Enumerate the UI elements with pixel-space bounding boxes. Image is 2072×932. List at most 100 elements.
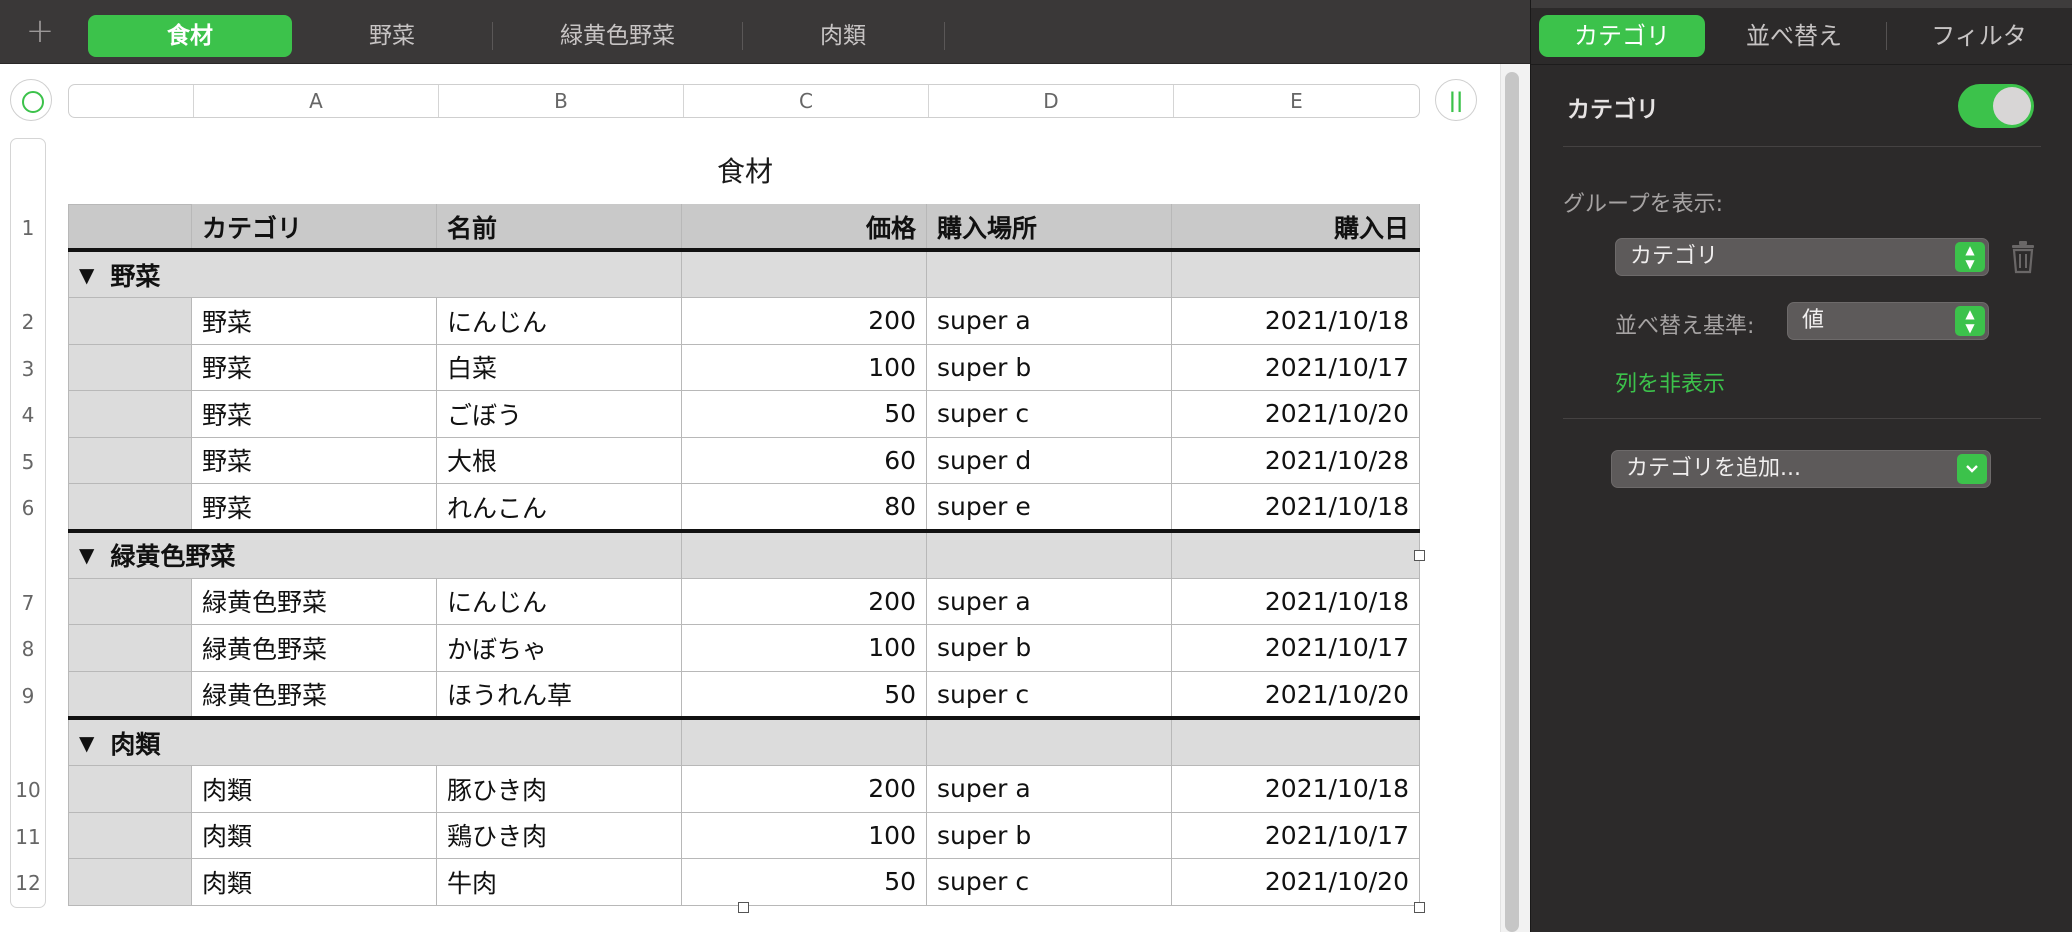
freeze-columns-button[interactable]: || [1435,79,1477,121]
header-cell[interactable]: カテゴリ [192,204,437,250]
group-cell[interactable] [1172,252,1420,298]
tab-category[interactable]: カテゴリ [1539,15,1705,57]
table-cell[interactable]: super b [927,812,1172,859]
table-cell[interactable]: にんじん [437,298,682,345]
row-stub-cell[interactable] [68,484,192,531]
group-cell[interactable] [682,532,927,579]
group-by-popup[interactable]: カテゴリ ▲ ▼ [1615,238,1989,276]
group-cell[interactable] [437,252,682,298]
row-number[interactable]: 8 [10,637,46,661]
table-cell[interactable]: super c [927,671,1172,718]
table-cell[interactable]: 200 [682,766,927,813]
table-cell[interactable]: 2021/10/17 [1172,625,1420,672]
row-number[interactable]: 6 [10,496,46,520]
table-cell[interactable]: super a [927,298,1172,345]
header-cell[interactable]: 購入場所 [927,204,1172,250]
table-resize-handle-corner[interactable] [1414,902,1425,913]
row-number[interactable]: 9 [10,684,46,708]
table-cell[interactable]: super c [927,391,1172,438]
group-cell[interactable] [1172,720,1420,766]
table-cell[interactable]: 2021/10/18 [1172,484,1420,531]
table-cell[interactable]: 野菜 [192,298,437,345]
disclosure-triangle-icon[interactable]: ▼ [79,731,94,755]
row-stub-cell[interactable] [68,859,192,906]
header-cell[interactable]: 購入日 [1172,204,1420,250]
row-stub-cell[interactable] [68,812,192,859]
table-cell[interactable]: super a [927,766,1172,813]
table-title[interactable]: 食材 [560,150,930,190]
table-cell[interactable]: 大根 [437,437,682,484]
table-cell[interactable]: にんじん [437,578,682,625]
sheet-tab-ryokuoushoku[interactable]: 緑黄色野菜 [493,15,742,57]
table-cell[interactable]: 2021/10/18 [1172,298,1420,345]
group-name-cell[interactable]: ▼ 肉類 [68,720,437,766]
category-toggle[interactable] [1958,84,2034,128]
table-cell[interactable]: 2021/10/17 [1172,812,1420,859]
group-cell[interactable] [682,720,927,766]
table-resize-handle-right[interactable] [1414,550,1425,561]
add-category-popup[interactable]: カテゴリを追加... [1611,450,1991,488]
row-number[interactable]: 3 [10,357,46,381]
add-sheet-button[interactable]: + [22,14,58,50]
vertical-scrollbar-thumb[interactable] [1505,72,1519,932]
table-cell[interactable]: 鶏ひき肉 [437,812,682,859]
table-cell[interactable]: 60 [682,437,927,484]
column-header-e[interactable]: E [1173,85,1419,117]
group-cell[interactable] [437,720,682,766]
select-table-button[interactable] [10,79,52,121]
row-number[interactable]: 11 [10,825,46,849]
table-cell[interactable]: 白菜 [437,344,682,391]
group-header-row[interactable]: ▼ 野菜 [68,252,1420,298]
row-number[interactable]: 4 [10,403,46,427]
table-cell[interactable]: 野菜 [192,437,437,484]
header-cell[interactable] [68,204,192,250]
table-cell[interactable]: super b [927,625,1172,672]
row-stub-cell[interactable] [68,344,192,391]
table-cell[interactable]: 肉類 [192,766,437,813]
group-cell[interactable] [927,720,1172,766]
table-cell[interactable]: 2021/10/18 [1172,766,1420,813]
header-cell[interactable]: 価格 [682,204,927,250]
sheet-tab-shokuzai[interactable]: 食材 [88,15,292,57]
table-cell[interactable]: 200 [682,578,927,625]
table-cell[interactable]: 緑黄色野菜 [192,671,437,718]
disclosure-triangle-icon[interactable]: ▼ [79,543,94,567]
row-stub-cell[interactable] [68,298,192,345]
group-cell[interactable] [927,252,1172,298]
table-cell[interactable]: 野菜 [192,344,437,391]
table-cell[interactable]: 豚ひき肉 [437,766,682,813]
table-cell[interactable]: super e [927,484,1172,531]
table-cell[interactable]: 50 [682,671,927,718]
row-stub-cell[interactable] [68,766,192,813]
table-cell[interactable]: 緑黄色野菜 [192,578,437,625]
row-number[interactable]: 7 [10,591,46,615]
table-cell[interactable]: ほうれん草 [437,671,682,718]
table-cell[interactable]: 100 [682,812,927,859]
group-cell[interactable] [927,532,1172,579]
row-stub-cell[interactable] [68,437,192,484]
table-cell[interactable]: 100 [682,344,927,391]
sheet-tab-yasai[interactable]: 野菜 [292,15,492,57]
hide-column-link[interactable]: 列を非表示 [1615,366,1725,398]
table-cell[interactable]: 2021/10/17 [1172,344,1420,391]
table-cell[interactable]: 肉類 [192,859,437,906]
table-cell[interactable]: 2021/10/28 [1172,437,1420,484]
row-stub-cell[interactable] [68,625,192,672]
disclosure-triangle-icon[interactable]: ▼ [79,263,94,287]
tab-filter[interactable]: フィルタ [1889,15,2069,57]
group-cell[interactable] [437,532,682,579]
table-cell[interactable]: 2021/10/20 [1172,671,1420,718]
column-header-b[interactable]: B [438,85,683,117]
group-header-row[interactable]: ▼ 緑黄色野菜 [68,532,1420,579]
table-cell[interactable]: super c [927,859,1172,906]
table-cell[interactable]: れんこん [437,484,682,531]
table-cell[interactable]: 緑黄色野菜 [192,625,437,672]
table-cell[interactable]: ごぼう [437,391,682,438]
row-stub-cell[interactable] [68,391,192,438]
row-number[interactable]: 1 [10,216,46,240]
table-cell[interactable]: super d [927,437,1172,484]
group-cell[interactable] [682,252,927,298]
table-cell[interactable]: 50 [682,859,927,906]
group-name-cell[interactable]: ▼ 緑黄色野菜 [68,532,437,579]
group-cell[interactable] [1172,532,1420,579]
